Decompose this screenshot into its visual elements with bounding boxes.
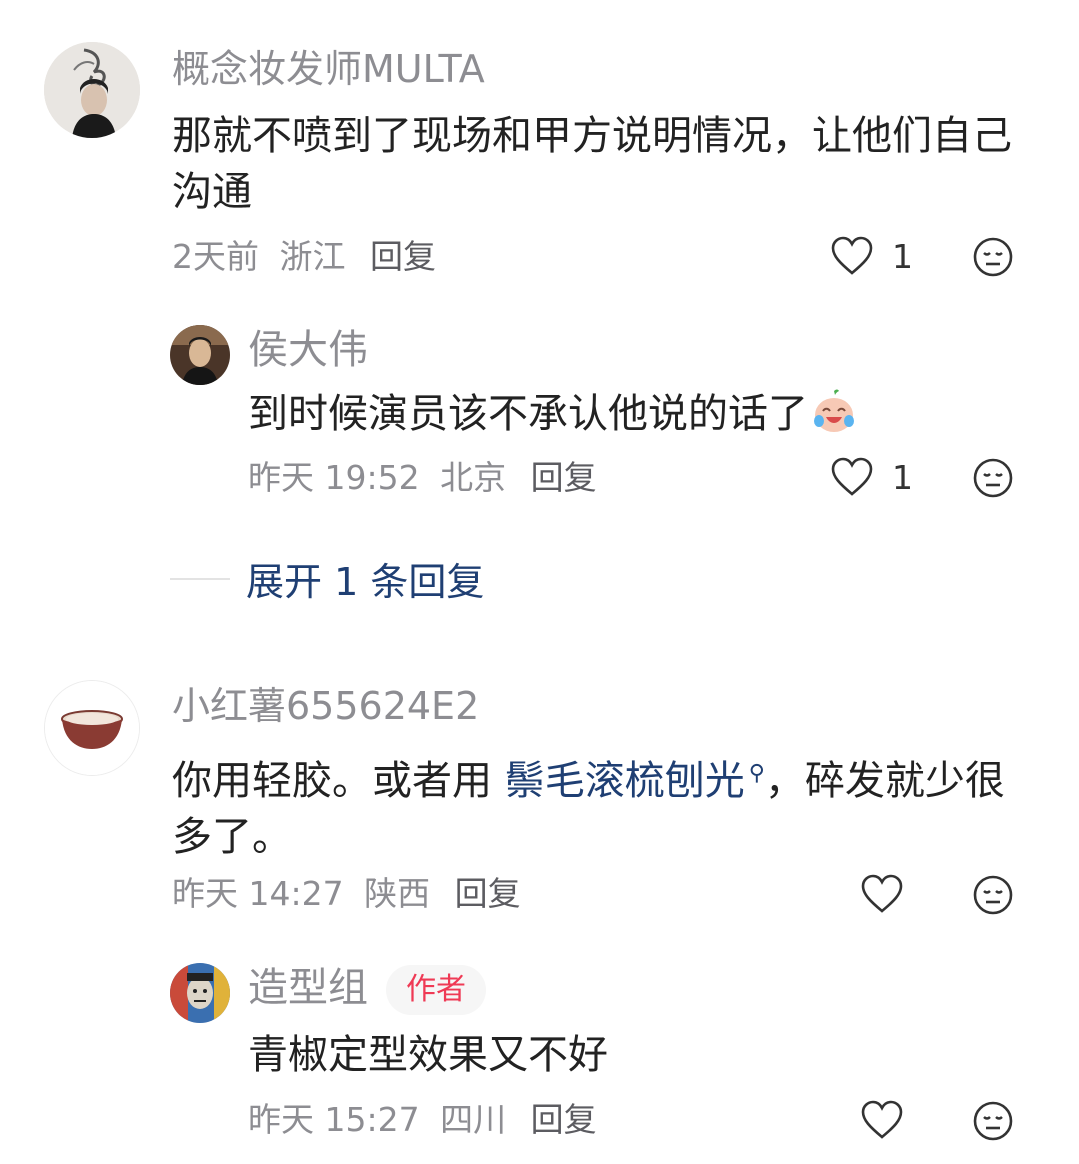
reply-meta: 昨天 19:52 北京 回复 bbox=[248, 461, 597, 494]
search-icon: ⚲ bbox=[748, 761, 765, 786]
like-count: 1 bbox=[892, 236, 913, 276]
reply-button[interactable]: 回复 bbox=[455, 874, 521, 913]
avatar-image bbox=[45, 681, 139, 775]
divider bbox=[170, 577, 230, 580]
like-button[interactable] bbox=[860, 874, 922, 914]
expand-replies-label: 展开 1 条回复 bbox=[246, 560, 485, 604]
crying-laughing-emoji bbox=[810, 387, 858, 435]
comment-username[interactable]: 概念妆发师MULTA bbox=[172, 50, 485, 88]
expand-replies-button[interactable]: 展开 1 条回复 bbox=[170, 551, 484, 606]
like-button[interactable] bbox=[860, 1100, 922, 1140]
reply-text: 青椒定型效果又不好 bbox=[248, 1032, 608, 1078]
reply-location: 北京 bbox=[440, 458, 507, 497]
avatar[interactable] bbox=[170, 325, 230, 385]
neutral-face-icon bbox=[973, 1101, 1013, 1141]
avatar-image bbox=[170, 325, 230, 385]
avatar[interactable] bbox=[44, 42, 140, 138]
comment-text-before: 你用轻胶。或者用 bbox=[172, 758, 505, 804]
comment-date: 2天前 bbox=[172, 237, 259, 276]
heart-outline-icon bbox=[861, 874, 903, 913]
avatar[interactable] bbox=[44, 680, 140, 776]
search-link[interactable]: 鬃毛滚梳刨光 bbox=[505, 758, 745, 804]
reply-date: 昨天 19:52 bbox=[248, 458, 420, 497]
like-button[interactable]: 1 bbox=[830, 457, 913, 497]
reply-username[interactable]: 造型组 bbox=[248, 968, 368, 1008]
reply-button[interactable]: 回复 bbox=[370, 237, 436, 276]
like-count: 1 bbox=[892, 457, 913, 497]
comment-date: 昨天 14:27 bbox=[172, 874, 344, 913]
dislike-button[interactable] bbox=[973, 237, 1013, 277]
comment-text: 那就不喷到了现场和甲方说明情况，让他们自己沟通 bbox=[172, 113, 1012, 215]
reply-button[interactable]: 回复 bbox=[531, 1100, 597, 1139]
reply-text: 到时候演员该不承认他说的话了 bbox=[248, 391, 808, 437]
reply-text-row: 到时候演员该不承认他说的话了 bbox=[248, 386, 1028, 442]
like-button[interactable]: 1 bbox=[830, 236, 913, 276]
neutral-face-icon bbox=[973, 237, 1013, 277]
dislike-button[interactable] bbox=[973, 458, 1013, 498]
neutral-face-icon bbox=[973, 458, 1013, 498]
comment-location: 浙江 bbox=[279, 237, 346, 276]
avatar-image bbox=[44, 42, 140, 138]
comment-meta: 2天前 浙江 回复 bbox=[172, 240, 436, 273]
reply-location: 四川 bbox=[440, 1100, 507, 1139]
reply-meta: 昨天 15:27 四川 回复 bbox=[248, 1103, 597, 1136]
reply-date: 昨天 15:27 bbox=[248, 1100, 420, 1139]
heart-outline-icon bbox=[831, 236, 873, 275]
comment-list: 概念妆发师MULTA 那就不喷到了现场和甲方说明情况，让他们自己沟通 2天前 浙… bbox=[0, 0, 1079, 1164]
avatar[interactable] bbox=[170, 963, 230, 1023]
author-badge: 作者 bbox=[386, 965, 486, 1015]
comment-username[interactable]: 小红薯655624E2 bbox=[172, 687, 479, 725]
comment-meta: 昨天 14:27 陕西 回复 bbox=[172, 877, 521, 910]
heart-outline-icon bbox=[861, 1100, 903, 1139]
avatar-image bbox=[170, 963, 230, 1023]
comment-text: 你用轻胶。或者用 鬃毛滚梳刨光 ⚲，碎发就少很多了。 bbox=[172, 746, 1022, 865]
heart-outline-icon bbox=[831, 457, 873, 496]
neutral-face-icon bbox=[973, 875, 1013, 915]
reply-username[interactable]: 侯大伟 bbox=[248, 330, 368, 370]
dislike-button[interactable] bbox=[973, 875, 1013, 915]
comment-location: 陕西 bbox=[364, 874, 431, 913]
dislike-button[interactable] bbox=[973, 1101, 1013, 1141]
reply-button[interactable]: 回复 bbox=[531, 458, 597, 497]
